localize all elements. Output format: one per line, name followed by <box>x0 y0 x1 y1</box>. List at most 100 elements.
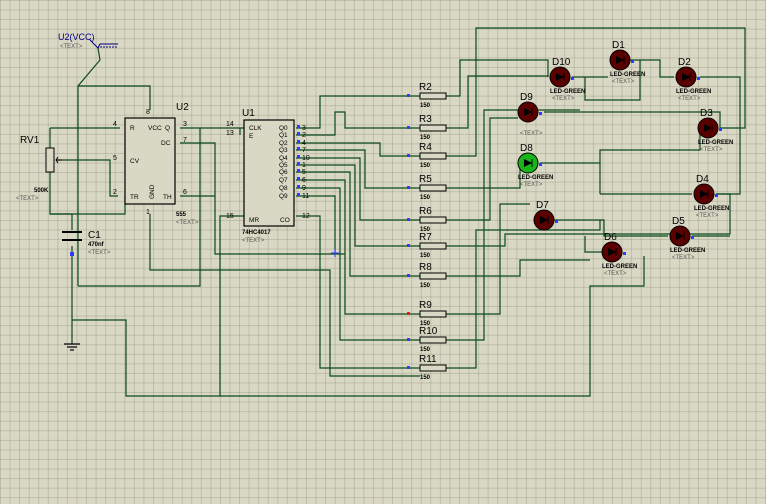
u1-pin-q8: Q8 <box>279 185 288 192</box>
c1-value: 470nf <box>88 242 105 248</box>
c1-ref: C1 <box>88 230 101 241</box>
led-d4[interactable]: D4 LED-GREEN<TEXT> <box>693 174 729 219</box>
led-d3[interactable]: D3 LED-GREEN<TEXT> <box>697 108 733 153</box>
u2-pin-q: Q <box>165 125 170 132</box>
resistor-value: 150 <box>420 347 431 353</box>
led-text: <TEXT> <box>700 147 723 153</box>
pin-marker <box>297 125 300 128</box>
resistor-body <box>419 124 447 132</box>
resistor-body <box>419 152 447 160</box>
resistor-ref: R10 <box>419 326 438 337</box>
pin-marker <box>407 126 410 129</box>
u2-pinnum-q: 3 <box>183 121 187 128</box>
u1-pinnum-co: 12 <box>302 213 310 220</box>
u1-pinnum-q3: 7 <box>302 147 306 154</box>
u1-pinnum-clk: 14 <box>226 121 234 128</box>
resistor-body <box>419 242 447 250</box>
led-d10[interactable]: D10 LED-GREEN<TEXT> <box>549 57 585 102</box>
led-ref: D4 <box>696 174 709 185</box>
led-text: <TEXT> <box>520 182 543 188</box>
led-part: LED-GREEN <box>550 89 585 95</box>
u1-pinnum-q4: 10 <box>302 155 310 162</box>
led-part: LED-GREEN <box>670 248 705 254</box>
u2-pin-dc: DC <box>161 140 171 147</box>
resistor-body <box>419 92 447 100</box>
led-ref: D10 <box>552 57 571 68</box>
u2-pinnum-gnd: 1 <box>146 209 150 216</box>
led-text: <TEXT> <box>604 271 627 277</box>
u2-555-timer[interactable]: U2 R VCC Q DC CV TR GND TH 4 8 3 7 5 2 1… <box>113 102 199 226</box>
rv1-potentiometer[interactable]: RV1 500K <TEXT> <box>16 135 62 202</box>
resistor-ref: R3 <box>419 114 432 125</box>
led-d2[interactable]: D2 LED-GREEN<TEXT> <box>675 57 711 102</box>
pin-marker <box>623 252 626 255</box>
led-text: <TEXT> <box>672 255 695 261</box>
pin-marker <box>407 186 410 189</box>
power-text: <TEXT> <box>60 44 83 50</box>
ground-icon <box>64 343 80 351</box>
u1-pin-q4: Q4 <box>279 155 288 162</box>
led-text: <TEXT> <box>520 131 543 137</box>
resistor-ref: R8 <box>419 262 432 273</box>
led-d8[interactable]: D8 LED-GREEN<TEXT> <box>517 143 553 188</box>
pin-marker <box>297 155 300 158</box>
pin-marker <box>407 94 410 97</box>
resistor-value: 150 <box>420 283 431 289</box>
u1-pinnum-mr: 15 <box>226 213 234 220</box>
led-d7[interactable]: D7 <box>533 200 558 231</box>
u1-pin-q9: Q9 <box>279 193 288 200</box>
resistor-ref: R6 <box>419 206 432 217</box>
resistor-value: 150 <box>420 195 431 201</box>
led-group: D1LED-GREEN<TEXT>D2LED-GREEN<TEXT>D3LED-… <box>517 40 733 277</box>
pin-marker <box>407 244 410 247</box>
power-terminal[interactable]: U2(VCC) <TEXT> <box>58 32 118 50</box>
led-ref: D9 <box>520 92 533 103</box>
u2-pin-tr: TR <box>130 194 139 201</box>
resistor-body <box>419 364 447 372</box>
pin-marker <box>297 147 300 150</box>
led-text: <TEXT> <box>552 96 575 102</box>
u1-text: <TEXT> <box>242 238 265 244</box>
led-text: <TEXT> <box>612 79 635 85</box>
resistor-body <box>419 336 447 344</box>
led-text: <TEXT> <box>696 213 719 219</box>
u1-pinnum-q6: 5 <box>302 169 306 176</box>
pin-marker <box>539 112 542 115</box>
led-d9[interactable]: D9 <TEXT> <box>517 92 543 137</box>
c1-capacitor[interactable]: C1 470nf <TEXT> <box>62 230 111 256</box>
pin-marker <box>719 128 722 131</box>
pin-marker <box>297 177 300 180</box>
pin-marker <box>297 132 300 135</box>
u1-pin-mr: MR <box>249 217 259 224</box>
resistor-ref: R9 <box>419 300 432 311</box>
led-part: LED-GREEN <box>676 89 711 95</box>
c1-pin-marker <box>70 252 74 256</box>
u1-pinnum-q9: 11 <box>302 193 309 200</box>
resistor-value: 150 <box>420 375 431 381</box>
c1-text: <TEXT> <box>88 250 111 256</box>
resistor-ref: R5 <box>419 174 432 185</box>
led-d6[interactable]: D6 LED-GREEN<TEXT> <box>601 232 637 277</box>
u2-pinnum-th: 6 <box>183 189 187 196</box>
led-ref: D5 <box>672 216 685 227</box>
pin-marker <box>571 77 574 80</box>
pin-marker <box>297 193 300 196</box>
pin-marker <box>297 169 300 172</box>
resistor-ref: R11 <box>419 354 437 365</box>
resistor-body <box>419 216 447 224</box>
u1-pinnum-q7: 6 <box>302 177 306 184</box>
u1-pin-co: CO <box>280 217 290 224</box>
resistor-value: 150 <box>420 103 431 109</box>
resistor-body <box>419 184 447 192</box>
rv1-value: 500K <box>34 188 49 194</box>
resistor-value: 150 <box>420 253 431 259</box>
rv1-text: <TEXT> <box>16 196 39 202</box>
u2-pin-th: TH <box>163 194 172 201</box>
led-d5[interactable]: D5 LED-GREEN<TEXT> <box>669 216 705 261</box>
led-ref: D3 <box>700 108 713 119</box>
u1-pinnum-q1: 2 <box>302 132 306 139</box>
u1-part: 74HC4017 <box>242 230 271 236</box>
led-part: LED-GREEN <box>610 72 645 78</box>
junction-marker <box>331 249 339 257</box>
resistor-ref: R4 <box>419 142 432 153</box>
